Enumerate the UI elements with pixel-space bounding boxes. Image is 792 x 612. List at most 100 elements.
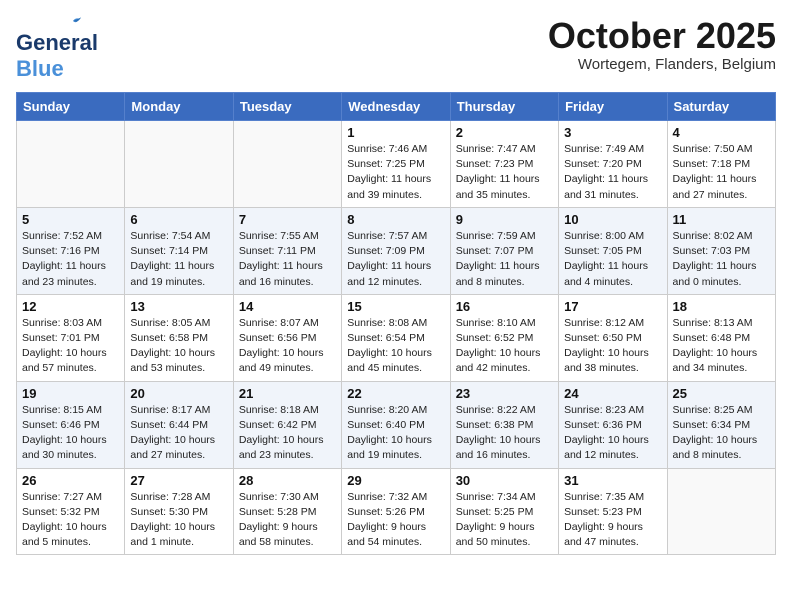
- col-sunday: Sunday: [17, 93, 125, 121]
- table-cell: 14 Sunrise: 8:07 AMSunset: 6:56 PMDayligh…: [233, 294, 341, 381]
- day-number: 5: [22, 212, 119, 227]
- day-info: Sunrise: 8:02 AMSunset: 7:03 PMDaylight:…: [673, 229, 770, 290]
- table-cell: 2Sunrise: 7:47 AMSunset: 7:23 PMDaylight…: [450, 121, 558, 208]
- day-number: 20: [130, 386, 227, 401]
- day-info: Sunrise: 8:12 AMSunset: 6:50 PMDaylight:…: [564, 316, 661, 377]
- day-number: 7: [239, 212, 336, 227]
- day-info: Sunrise: 7:50 AMSunset: 7:18 PMDaylight:…: [673, 142, 770, 203]
- table-cell: [667, 468, 775, 555]
- page-header: General Blue October 2025 Wortegem, Flan…: [16, 16, 776, 82]
- day-number: 25: [673, 386, 770, 401]
- day-number: 14: [239, 299, 336, 314]
- table-cell: 18 Sunrise: 8:13 AMSunset: 6:48 PMDayligh…: [667, 294, 775, 381]
- day-info: Sunrise: 7:32 AMSunset: 5:26 PMDaylight:…: [347, 490, 444, 551]
- day-number: 31: [564, 473, 661, 488]
- table-cell: [17, 121, 125, 208]
- day-info: Sunrise: 7:57 AMSunset: 7:09 PMDaylight:…: [347, 229, 444, 290]
- table-cell: 23 Sunrise: 8:22 AMSunset: 6:38 PMDayligh…: [450, 381, 558, 468]
- table-cell: 11Sunrise: 8:02 AMSunset: 7:03 PMDayligh…: [667, 207, 775, 294]
- table-cell: 4 Sunrise: 7:50 AMSunset: 7:18 PMDaylight…: [667, 121, 775, 208]
- day-info: Sunrise: 8:25 AMSunset: 6:34 PMDaylight:…: [673, 403, 770, 464]
- day-info: Sunrise: 8:15 AMSunset: 6:46 PMDaylight:…: [22, 403, 119, 464]
- day-number: 17: [564, 299, 661, 314]
- logo: General Blue: [16, 16, 98, 82]
- day-number: 21: [239, 386, 336, 401]
- table-cell: 28 Sunrise: 7:30 AMSunset: 5:28 PMDayligh…: [233, 468, 341, 555]
- day-number: 29: [347, 473, 444, 488]
- day-info: Sunrise: 8:22 AMSunset: 6:38 PMDaylight:…: [456, 403, 553, 464]
- day-info: Sunrise: 7:52 AMSunset: 7:16 PMDaylight:…: [22, 229, 119, 290]
- table-cell: 6Sunrise: 7:54 AMSunset: 7:14 PMDaylight…: [125, 207, 233, 294]
- table-cell: 22 Sunrise: 8:20 AMSunset: 6:40 PMDayligh…: [342, 381, 450, 468]
- day-number: 10: [564, 212, 661, 227]
- table-cell: 1Sunrise: 7:46 AMSunset: 7:25 PMDaylight…: [342, 121, 450, 208]
- day-info: Sunrise: 7:30 AMSunset: 5:28 PMDaylight:…: [239, 490, 336, 551]
- logo-bird-icon: [64, 14, 82, 28]
- day-info: Sunrise: 7:49 AMSunset: 7:20 PMDaylight:…: [564, 142, 661, 203]
- logo-blue: Blue: [16, 56, 64, 82]
- day-info: Sunrise: 8:03 AMSunset: 7:01 PMDaylight:…: [22, 316, 119, 377]
- day-info: Sunrise: 8:20 AMSunset: 6:40 PMDaylight:…: [347, 403, 444, 464]
- day-number: 12: [22, 299, 119, 314]
- table-cell: 29 Sunrise: 7:32 AMSunset: 5:26 PMDayligh…: [342, 468, 450, 555]
- day-info: Sunrise: 7:55 AMSunset: 7:11 PMDaylight:…: [239, 229, 336, 290]
- calendar-week-row: 5 Sunrise: 7:52 AMSunset: 7:16 PMDaylight…: [17, 207, 776, 294]
- logo-general: General: [16, 30, 98, 56]
- day-number: 13: [130, 299, 227, 314]
- day-number: 3: [564, 125, 661, 140]
- table-cell: 13Sunrise: 8:05 AMSunset: 6:58 PMDayligh…: [125, 294, 233, 381]
- day-info: Sunrise: 7:46 AMSunset: 7:25 PMDaylight:…: [347, 142, 444, 203]
- day-number: 6: [130, 212, 227, 227]
- calendar-week-row: 19 Sunrise: 8:15 AMSunset: 6:46 PMDayligh…: [17, 381, 776, 468]
- day-info: Sunrise: 7:28 AMSunset: 5:30 PMDaylight:…: [130, 490, 227, 551]
- col-saturday: Saturday: [667, 93, 775, 121]
- day-info: Sunrise: 7:34 AMSunset: 5:25 PMDaylight:…: [456, 490, 553, 551]
- table-cell: 16Sunrise: 8:10 AMSunset: 6:52 PMDayligh…: [450, 294, 558, 381]
- day-number: 19: [22, 386, 119, 401]
- table-cell: [125, 121, 233, 208]
- day-info: Sunrise: 8:08 AMSunset: 6:54 PMDaylight:…: [347, 316, 444, 377]
- day-number: 28: [239, 473, 336, 488]
- table-cell: [233, 121, 341, 208]
- table-cell: 5 Sunrise: 7:52 AMSunset: 7:16 PMDaylight…: [17, 207, 125, 294]
- calendar-week-row: 1Sunrise: 7:46 AMSunset: 7:25 PMDaylight…: [17, 121, 776, 208]
- day-number: 18: [673, 299, 770, 314]
- day-number: 27: [130, 473, 227, 488]
- day-number: 4: [673, 125, 770, 140]
- table-cell: 19 Sunrise: 8:15 AMSunset: 6:46 PMDayligh…: [17, 381, 125, 468]
- table-cell: 26Sunrise: 7:27 AMSunset: 5:32 PMDayligh…: [17, 468, 125, 555]
- month-title: October 2025: [548, 16, 776, 56]
- calendar-week-row: 26Sunrise: 7:27 AMSunset: 5:32 PMDayligh…: [17, 468, 776, 555]
- day-number: 8: [347, 212, 444, 227]
- day-number: 24: [564, 386, 661, 401]
- table-cell: 8 Sunrise: 7:57 AMSunset: 7:09 PMDaylight…: [342, 207, 450, 294]
- table-cell: 21 Sunrise: 8:18 AMSunset: 6:42 PMDayligh…: [233, 381, 341, 468]
- table-cell: 20Sunrise: 8:17 AMSunset: 6:44 PMDayligh…: [125, 381, 233, 468]
- table-cell: 30 Sunrise: 7:34 AMSunset: 5:25 PMDayligh…: [450, 468, 558, 555]
- table-cell: 12 Sunrise: 8:03 AMSunset: 7:01 PMDayligh…: [17, 294, 125, 381]
- col-wednesday: Wednesday: [342, 93, 450, 121]
- table-cell: 15 Sunrise: 8:08 AMSunset: 6:54 PMDayligh…: [342, 294, 450, 381]
- day-number: 15: [347, 299, 444, 314]
- table-cell: 27 Sunrise: 7:28 AMSunset: 5:30 PMDayligh…: [125, 468, 233, 555]
- calendar-week-row: 12 Sunrise: 8:03 AMSunset: 7:01 PMDayligh…: [17, 294, 776, 381]
- day-number: 2: [456, 125, 553, 140]
- day-number: 22: [347, 386, 444, 401]
- table-cell: 31Sunrise: 7:35 AMSunset: 5:23 PMDayligh…: [559, 468, 667, 555]
- day-number: 9: [456, 212, 553, 227]
- day-number: 23: [456, 386, 553, 401]
- col-friday: Friday: [559, 93, 667, 121]
- table-cell: 24Sunrise: 8:23 AMSunset: 6:36 PMDayligh…: [559, 381, 667, 468]
- table-cell: 7 Sunrise: 7:55 AMSunset: 7:11 PMDaylight…: [233, 207, 341, 294]
- day-info: Sunrise: 8:07 AMSunset: 6:56 PMDaylight:…: [239, 316, 336, 377]
- day-info: Sunrise: 7:59 AMSunset: 7:07 PMDaylight:…: [456, 229, 553, 290]
- col-thursday: Thursday: [450, 93, 558, 121]
- day-info: Sunrise: 7:27 AMSunset: 5:32 PMDaylight:…: [22, 490, 119, 551]
- day-number: 16: [456, 299, 553, 314]
- day-info: Sunrise: 8:18 AMSunset: 6:42 PMDaylight:…: [239, 403, 336, 464]
- table-cell: 17 Sunrise: 8:12 AMSunset: 6:50 PMDayligh…: [559, 294, 667, 381]
- day-info: Sunrise: 8:00 AMSunset: 7:05 PMDaylight:…: [564, 229, 661, 290]
- table-cell: 25 Sunrise: 8:25 AMSunset: 6:34 PMDayligh…: [667, 381, 775, 468]
- day-info: Sunrise: 8:13 AMSunset: 6:48 PMDaylight:…: [673, 316, 770, 377]
- day-number: 30: [456, 473, 553, 488]
